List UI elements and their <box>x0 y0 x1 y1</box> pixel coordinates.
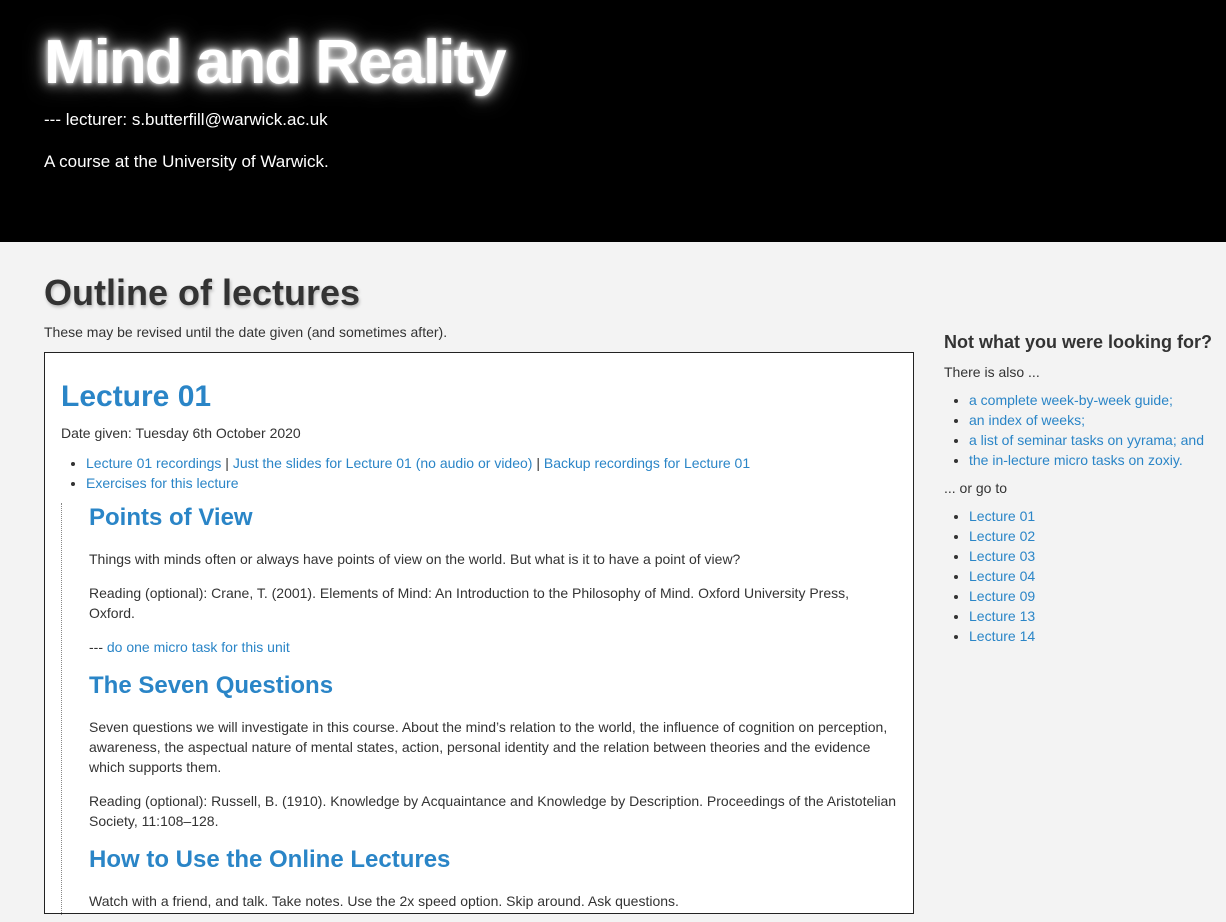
sidebar-lecture-link[interactable]: Lecture 13 <box>969 608 1035 624</box>
micro-tasks-link[interactable]: the in-lecture micro tasks on zoxiy. <box>969 452 1183 468</box>
unit-description: Things with minds often or always have p… <box>89 551 741 567</box>
list-item: an index of weeks; <box>969 410 1214 430</box>
list-item: Lecture 04 <box>969 566 1214 586</box>
sidebar-also-links: a complete week-by-week guide; an index … <box>944 390 1214 470</box>
unit-seven-questions: The Seven Questions Seven questions we w… <box>89 671 897 831</box>
list-item: the in-lecture micro tasks on zoxiy. <box>969 450 1214 470</box>
units-list: Points of View Things with minds often o… <box>61 503 897 915</box>
sidebar: Not what you were looking for? There is … <box>944 330 1214 646</box>
site-title: Mind and Reality <box>44 28 507 97</box>
page-title: Outline of lectures <box>44 272 361 313</box>
index-of-weeks-link[interactable]: an index of weeks; <box>969 412 1085 428</box>
lecture-title-link[interactable]: Lecture 01 <box>61 379 897 415</box>
sidebar-lecture-link[interactable]: Lecture 14 <box>969 628 1035 644</box>
unit-title-link[interactable]: How to Use the Online Lectures <box>89 845 897 875</box>
unit-reading: Reading (optional): Russell, B. (1910). … <box>89 793 897 829</box>
sidebar-lecture-link[interactable]: Lecture 04 <box>969 568 1035 584</box>
list-item: a complete week-by-week guide; <box>969 390 1214 410</box>
exercises-link[interactable]: Exercises for this lecture <box>86 475 239 491</box>
list-item: Lecture 02 <box>969 526 1214 546</box>
intro-text: These may be revised until the date give… <box>44 324 448 340</box>
micro-task-link[interactable]: do one micro task for this unit <box>107 639 290 655</box>
seminar-tasks-link[interactable]: a list of seminar tasks on yyrama; and <box>969 432 1204 448</box>
sidebar-lecture-link[interactable]: Lecture 09 <box>969 588 1035 604</box>
micro-task-line: --- do one micro task for this unit <box>89 637 897 657</box>
recordings-link[interactable]: Lecture 01 recordings <box>86 455 221 471</box>
list-item: Lecture 14 <box>969 626 1214 646</box>
lecture-links: Lecture 01 recordings | Just the slides … <box>61 453 897 493</box>
unit-online-lectures: How to Use the Online Lectures Watch wit… <box>89 845 897 911</box>
unit-description: Seven questions we will investigate in t… <box>89 719 888 775</box>
sidebar-also-text: There is also ... <box>944 364 1040 380</box>
list-item: Lecture 09 <box>969 586 1214 606</box>
unit-title-link[interactable]: Points of View <box>89 503 897 533</box>
list-item: Lecture 13 <box>969 606 1214 626</box>
list-item: Lecture 01 <box>969 506 1214 526</box>
masthead: Mind and Reality --- lecturer: s.butterf… <box>0 0 1226 242</box>
list-item: Exercises for this lecture <box>86 473 897 493</box>
unit-points-of-view: Points of View Things with minds often o… <box>89 503 897 657</box>
lecturer-email: --- lecturer: s.butterfill@warwick.ac.uk <box>44 110 328 129</box>
unit-description: Watch with a friend, and talk. Take note… <box>89 893 679 909</box>
slides-link[interactable]: Just the slides for Lecture 01 (no audio… <box>233 455 533 471</box>
date-given: Date given: Tuesday 6th October 2020 <box>61 425 301 441</box>
list-item: a list of seminar tasks on yyrama; and <box>969 430 1214 450</box>
sidebar-lecture-link[interactable]: Lecture 03 <box>969 548 1035 564</box>
sidebar-lecture-link[interactable]: Lecture 02 <box>969 528 1035 544</box>
unit-reading: Reading (optional): Crane, T. (2001). El… <box>89 585 850 621</box>
lecture-card: Lecture 01 Date given: Tuesday 6th Octob… <box>44 352 914 915</box>
course-description: A course at the University of Warwick. <box>44 152 329 171</box>
sidebar-title: Not what you were looking for? <box>944 332 1213 352</box>
list-item: Lecture 01 recordings | Just the slides … <box>86 453 897 473</box>
week-by-week-guide-link[interactable]: a complete week-by-week guide; <box>969 392 1173 408</box>
list-item: Lecture 03 <box>969 546 1214 566</box>
link-separator: | <box>532 455 544 471</box>
unit-title-link[interactable]: The Seven Questions <box>89 671 897 701</box>
backup-recordings-link[interactable]: Backup recordings for Lecture 01 <box>544 455 750 471</box>
sidebar-lecture-links: Lecture 01 Lecture 02 Lecture 03 Lecture… <box>944 506 1214 646</box>
micro-task-prefix: --- <box>89 639 107 655</box>
sidebar-lecture-link[interactable]: Lecture 01 <box>969 508 1035 524</box>
link-separator: | <box>221 455 233 471</box>
main-content: Outline of lectures These may be revised… <box>44 272 914 915</box>
sidebar-goto-text: ... or go to <box>944 480 1008 496</box>
